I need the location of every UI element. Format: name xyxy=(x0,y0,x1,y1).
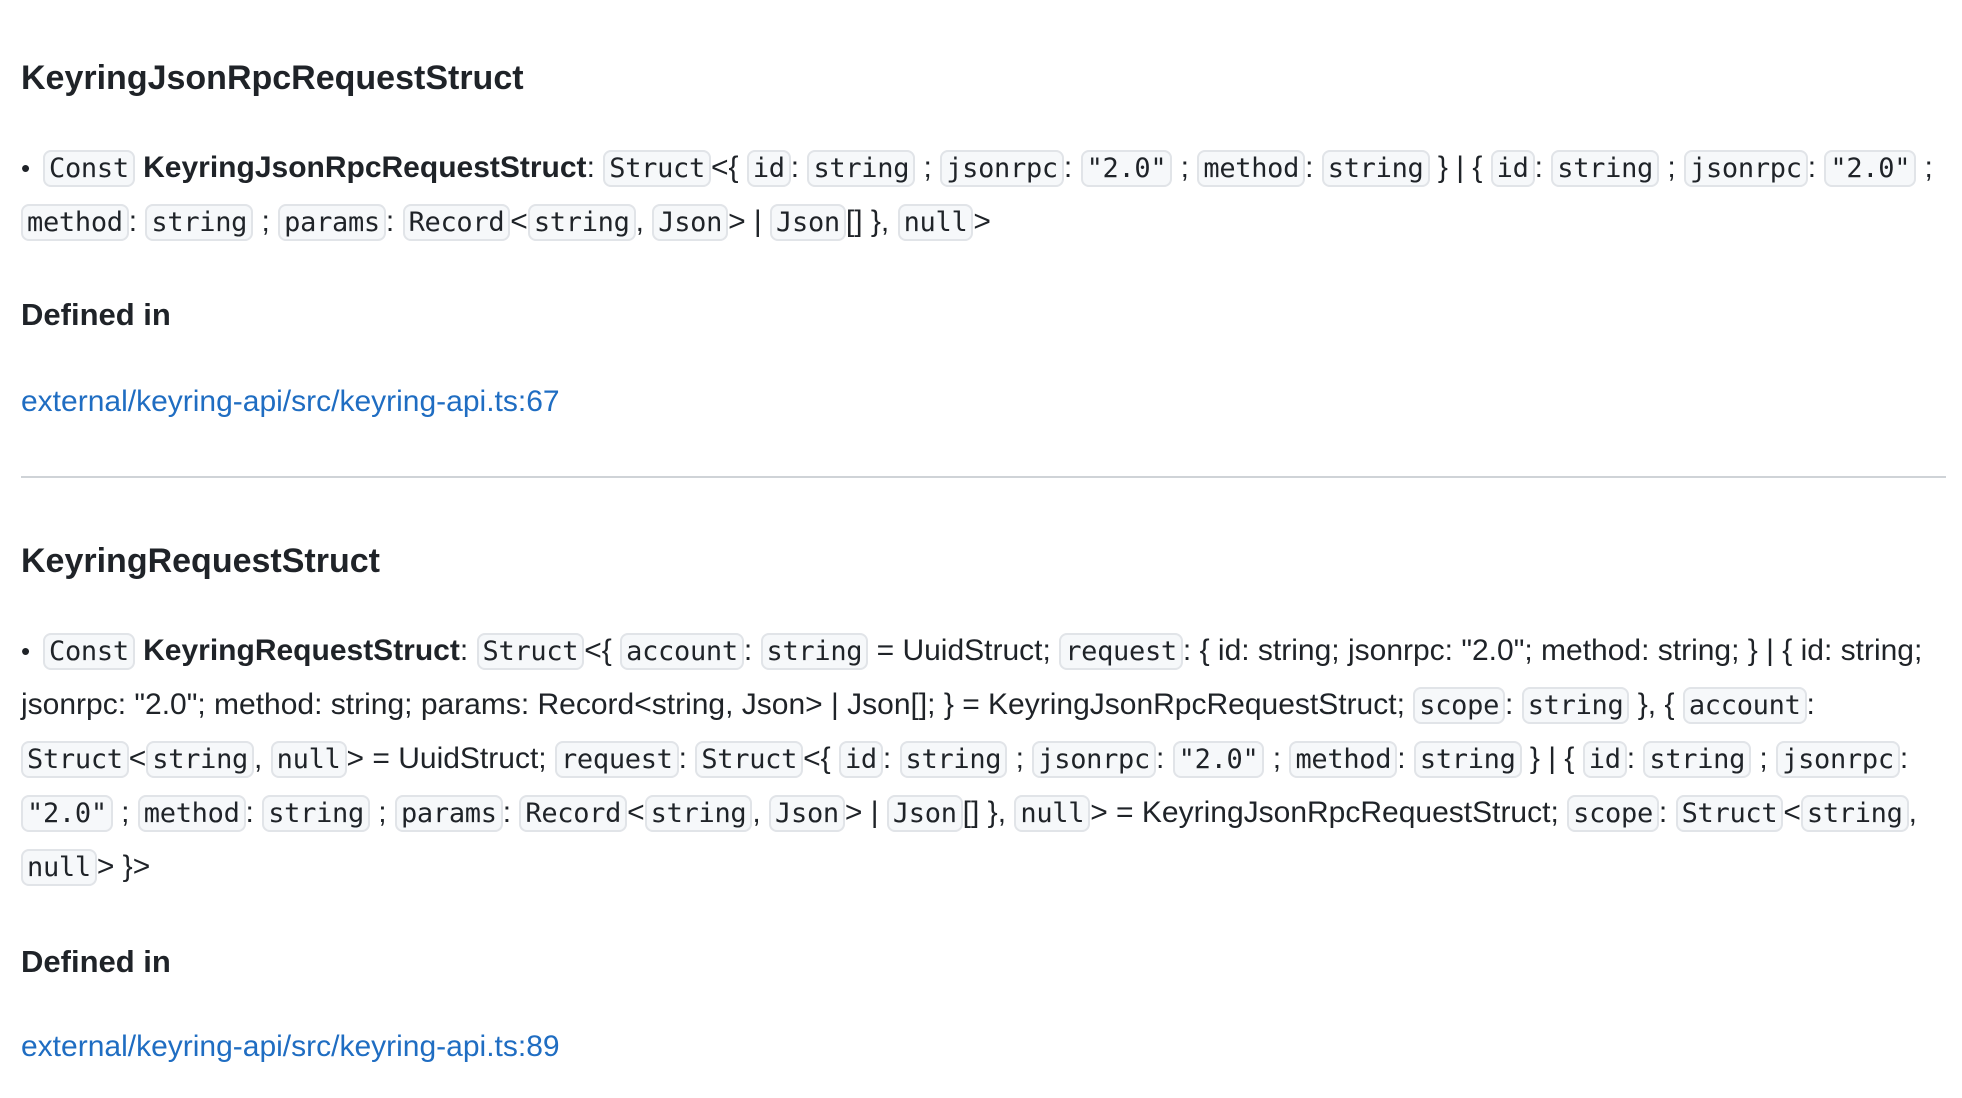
property-token: request xyxy=(554,741,679,778)
property-token: id xyxy=(838,741,883,778)
property-token: jsonrpc xyxy=(940,150,1064,187)
type-token: Record xyxy=(402,204,511,241)
property-token: jsonrpc xyxy=(1032,741,1156,778)
type-token: Struct xyxy=(603,150,711,187)
type-token: Json xyxy=(886,795,963,832)
type-token: Record xyxy=(519,795,628,832)
property-token: params xyxy=(278,204,386,241)
type-token: string xyxy=(145,204,254,241)
property-token: jsonrpc xyxy=(1776,741,1900,778)
type-token: Struct xyxy=(1675,795,1784,832)
section-title-keyring-request-struct: KeyringRequestStruct xyxy=(21,542,380,580)
type-signature-keyring-request-struct: • Const KeyringRequestStruct: Struct <{ ac… xyxy=(21,624,1946,894)
type-signature-keyring-json-rpc-request-struct: • Const KeyringJsonRpcRequestStruct: Stru… xyxy=(21,141,1946,249)
source-link[interactable]: external/keyring-api/src/keyring-api.ts:… xyxy=(21,382,560,422)
type-token: null xyxy=(1014,795,1091,832)
literal-token: "2.0" xyxy=(1080,150,1173,187)
plain-type-text: KeyringJsonRpcRequestStruct; xyxy=(1141,796,1559,829)
plain-type-text: UuidStruct; xyxy=(398,742,547,775)
property-token: method xyxy=(21,204,129,241)
list-bullet: • xyxy=(21,153,31,183)
property-token: account xyxy=(1682,687,1807,724)
source-link[interactable]: external/keyring-api/src/keyring-api.ts:… xyxy=(21,1027,560,1067)
type-token: string xyxy=(1321,150,1430,187)
defined-in-heading: Defined in xyxy=(21,297,171,332)
type-token: string xyxy=(1800,795,1909,832)
const-badge: Const xyxy=(43,150,135,187)
type-token: string xyxy=(1521,687,1630,724)
property-token: method xyxy=(1197,150,1306,187)
type-token: string xyxy=(807,150,916,187)
type-token: string xyxy=(644,795,753,832)
defined-in-heading: Defined in xyxy=(21,944,171,979)
type-token: string xyxy=(262,795,370,832)
type-token: Struct xyxy=(476,633,585,670)
type-token: string xyxy=(146,741,254,778)
section-divider xyxy=(21,476,1946,478)
type-token: string xyxy=(1551,150,1659,187)
type-token: Json xyxy=(770,204,846,241)
property-token: id xyxy=(1490,150,1535,187)
type-token: string xyxy=(760,633,869,670)
type-token: null xyxy=(270,741,347,778)
property-token: method xyxy=(1289,741,1398,778)
type-token: string xyxy=(899,741,1008,778)
property-token: id xyxy=(746,150,791,187)
type-token: string xyxy=(1413,741,1522,778)
const-badge: Const xyxy=(43,633,135,670)
property-token: scope xyxy=(1413,687,1506,724)
property-token: account xyxy=(620,633,744,670)
section-title-keyring-json-rpc-request-struct: KeyringJsonRpcRequestStruct xyxy=(21,59,524,97)
type-token: Struct xyxy=(21,741,129,778)
literal-token: "2.0" xyxy=(1172,741,1265,778)
property-token: scope xyxy=(1567,795,1659,832)
plain-type-text: UuidStruct; xyxy=(902,634,1051,667)
list-bullet: • xyxy=(21,636,31,666)
literal-token: "2.0" xyxy=(21,795,113,832)
declaration-name: KeyringJsonRpcRequestStruct xyxy=(143,151,587,184)
declaration-name: KeyringRequestStruct xyxy=(143,634,460,667)
type-token: null xyxy=(21,849,97,886)
literal-token: "2.0" xyxy=(1824,150,1917,187)
property-token: jsonrpc xyxy=(1684,150,1808,187)
type-token: string xyxy=(1643,741,1752,778)
type-token: Struct xyxy=(695,741,804,778)
type-token: Json xyxy=(769,795,845,832)
property-token: method xyxy=(137,795,246,832)
type-token: Json xyxy=(652,204,729,241)
type-token: string xyxy=(527,204,636,241)
property-token: params xyxy=(394,795,503,832)
property-token: id xyxy=(1582,741,1627,778)
property-token: request xyxy=(1059,633,1183,670)
type-token: null xyxy=(897,204,974,241)
